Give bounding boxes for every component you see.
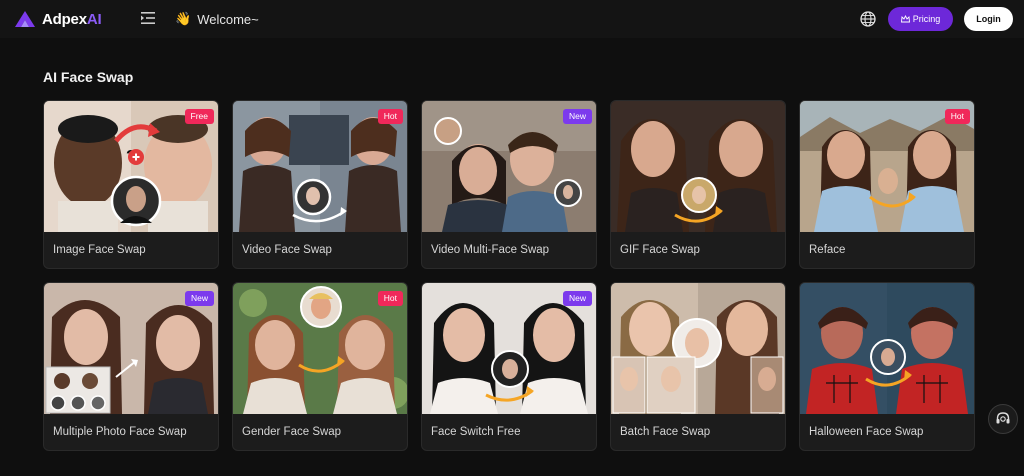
card-label: Reface	[809, 244, 846, 256]
pricing-button[interactable]: Pricing	[888, 7, 953, 31]
crown-icon	[900, 15, 910, 23]
card-multiple-photo-face-swap[interactable]: New Multiple Photo Face Swap	[43, 282, 219, 451]
card-label: Batch Face Swap	[620, 426, 711, 438]
top-navigation-bar: AdpexAI 👋 Welcome~ Pricing Login	[0, 0, 1024, 38]
badge-hot: Hot	[377, 291, 403, 306]
card-image-face-swap[interactable]: ? Free Image Face Swap	[43, 100, 219, 269]
card-label: Gender Face Swap	[242, 426, 342, 438]
menu-collapse-icon[interactable]	[141, 12, 155, 24]
headset-icon	[996, 412, 1010, 424]
card-label: Face Switch Free	[431, 426, 521, 438]
card-halloween-face-swap[interactable]: Halloween Face Swap	[799, 282, 975, 451]
card-thumbnail	[611, 283, 785, 414]
card-video-face-swap[interactable]: Hot Video Face Swap	[232, 100, 408, 269]
card-batch-face-swap[interactable]: Batch Face Swap	[610, 282, 786, 451]
card-gender-face-swap[interactable]: Hot Gender Face Swap	[232, 282, 408, 451]
card-label: Multiple Photo Face Swap	[53, 426, 187, 438]
badge-free: Free	[184, 109, 214, 124]
card-label: Halloween Face Swap	[809, 426, 924, 438]
brand-name: AdpexAI	[42, 10, 102, 28]
card-label: Image Face Swap	[53, 244, 146, 256]
badge-new: New	[562, 109, 592, 124]
login-button[interactable]: Login	[964, 7, 1013, 31]
brand-logo[interactable]: AdpexAI	[14, 10, 102, 28]
card-label: GIF Face Swap	[620, 244, 700, 256]
card-face-switch-free[interactable]: New Face Switch Free	[421, 282, 597, 451]
card-label: Video Face Swap	[242, 244, 332, 256]
waving-hand-icon: 👋	[175, 11, 192, 26]
pricing-label: Pricing	[912, 14, 941, 24]
customer-support-button[interactable]	[988, 404, 1018, 434]
badge-new: New	[184, 291, 214, 306]
card-gif-face-swap[interactable]: GIF Face Swap	[610, 100, 786, 269]
badge-new: New	[562, 291, 592, 306]
card-label: Video Multi-Face Swap	[431, 244, 550, 256]
card-video-multi-face-swap[interactable]: New Video Multi-Face Swap	[421, 100, 597, 269]
welcome-greeting: 👋 Welcome~	[175, 11, 259, 27]
badge-hot: Hot	[944, 109, 970, 124]
card-thumbnail	[800, 283, 974, 414]
welcome-text: Welcome~	[197, 11, 259, 27]
language-globe-icon[interactable]	[860, 11, 876, 27]
card-thumbnail	[611, 101, 785, 232]
feature-card-grid: ? Free Image Face Swap	[43, 100, 975, 451]
adpex-logo-icon	[15, 11, 35, 27]
badge-hot: Hot	[377, 109, 403, 124]
card-reface[interactable]: Hot Reface	[799, 100, 975, 269]
section-title: AI Face Swap	[43, 69, 134, 85]
